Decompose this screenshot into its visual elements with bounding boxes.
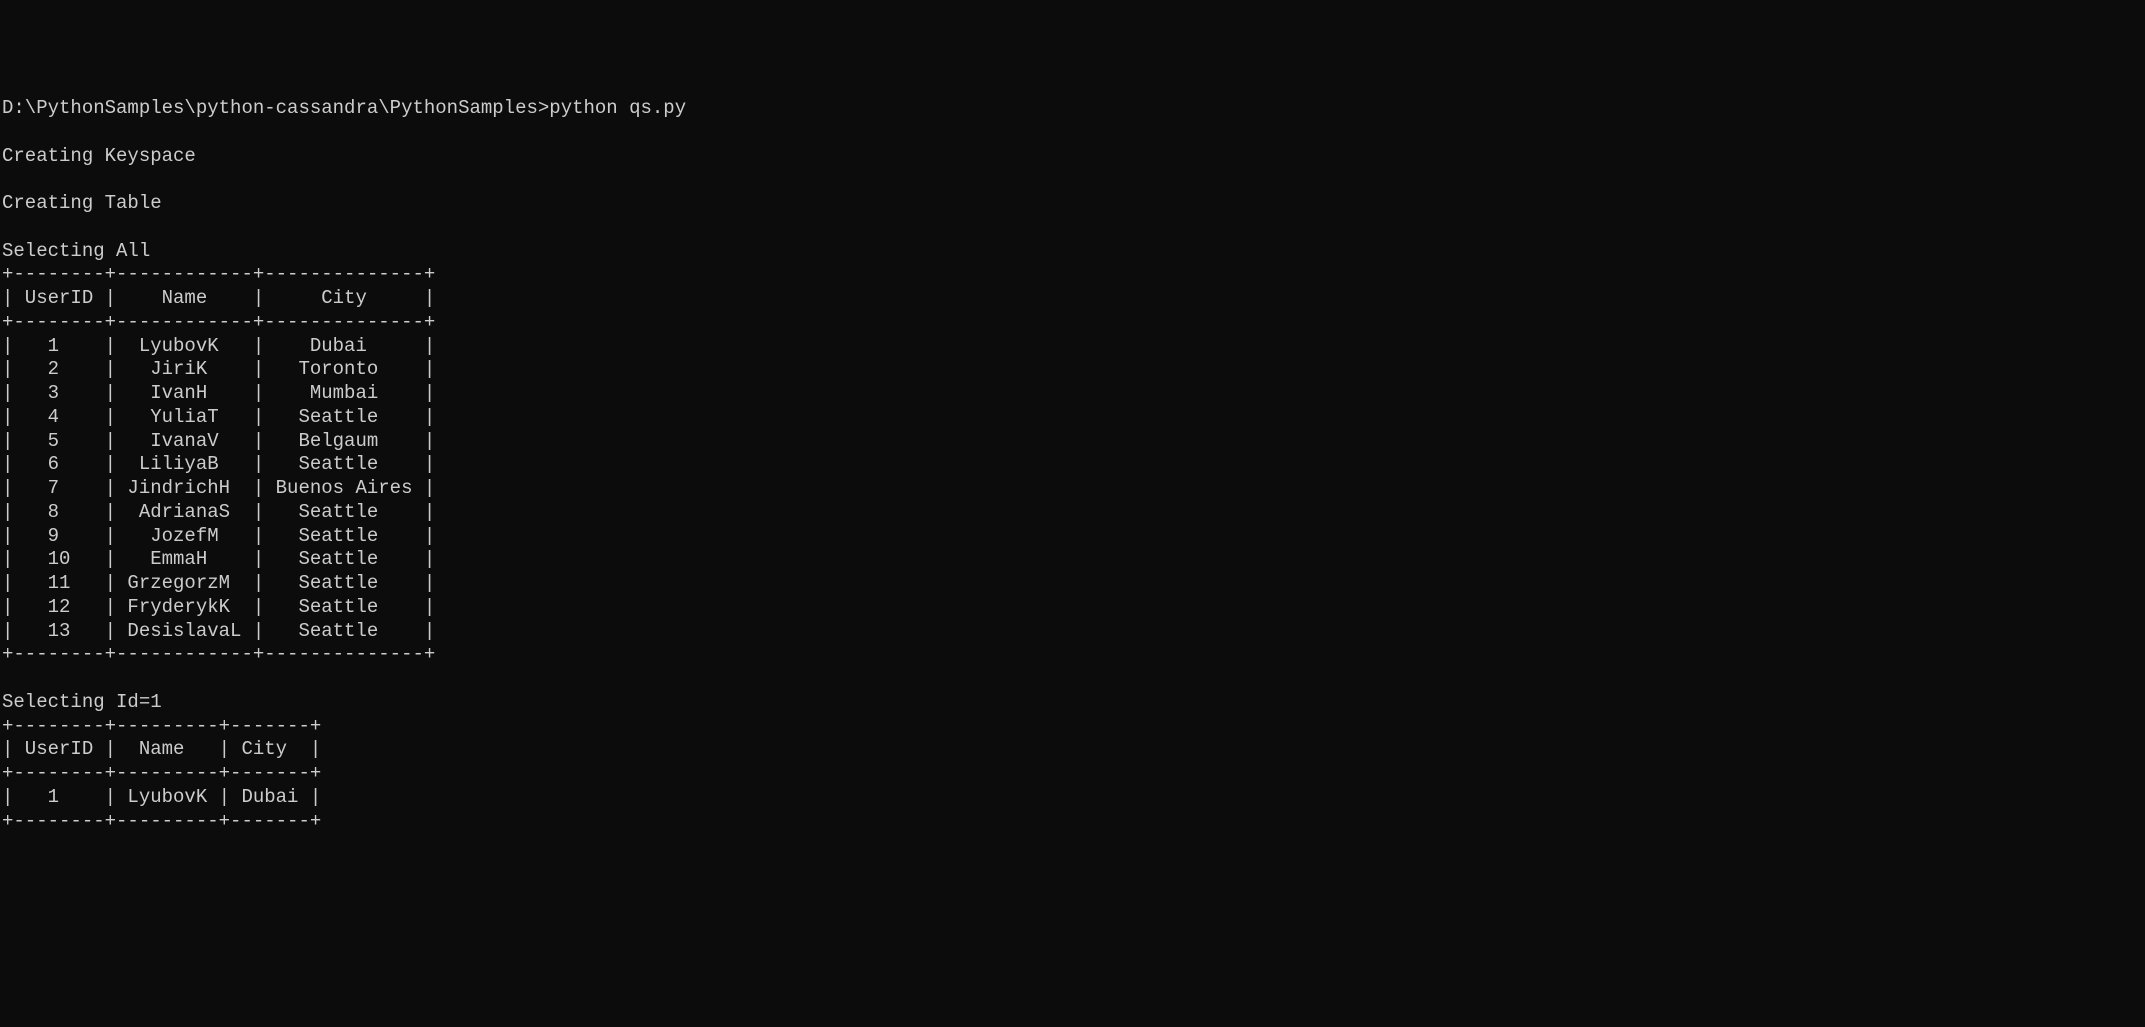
output-line-keyspace: Creating Keyspace — [2, 145, 196, 167]
output-line-selectall: Selecting All — [2, 240, 150, 262]
output-line-selectid: Selecting Id=1 — [2, 691, 162, 713]
table1: +--------+------------+--------------+ |… — [2, 263, 435, 665]
table2: +--------+---------+-------+ | UserID | … — [2, 715, 321, 832]
output-line-table: Creating Table — [2, 192, 162, 214]
terminal-output[interactable]: D:\PythonSamples\python-cassandra\Python… — [0, 97, 2145, 833]
prompt-line: D:\PythonSamples\python-cassandra\Python… — [2, 97, 686, 119]
